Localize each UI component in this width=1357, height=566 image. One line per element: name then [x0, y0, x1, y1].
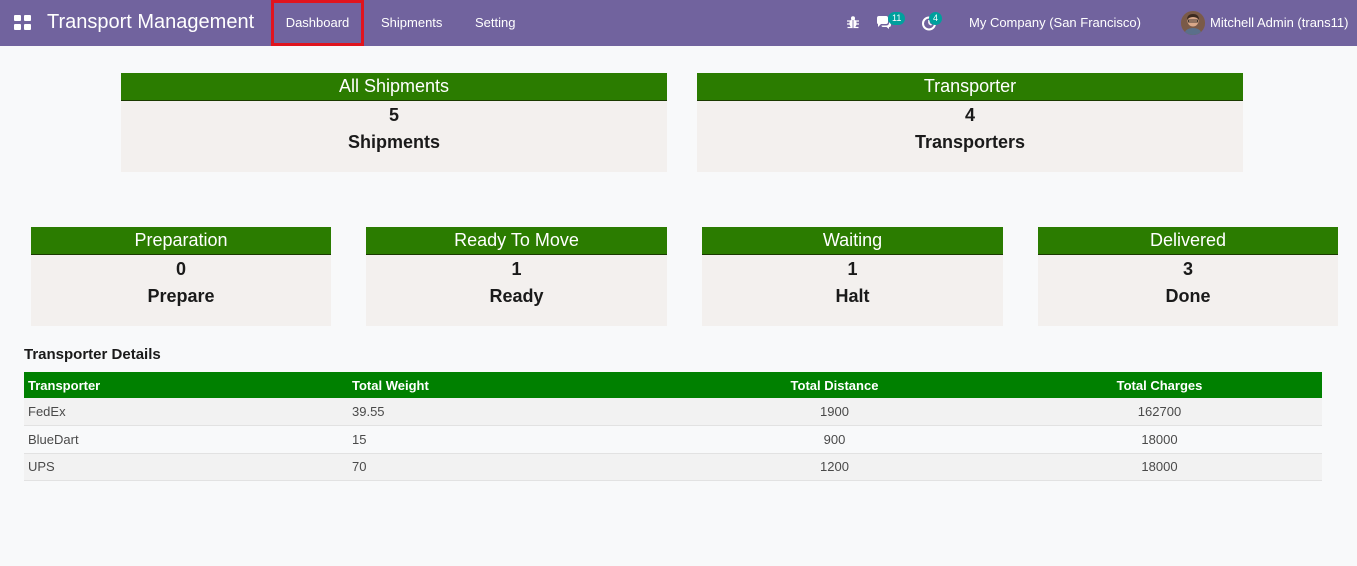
charges-cell: 18000	[997, 453, 1322, 481]
menu-shipments[interactable]: Shipments	[381, 0, 442, 46]
transporter-details-title: Transporter Details	[24, 346, 161, 363]
distance-cell: 1200	[672, 453, 997, 481]
column-header: Total Weight	[348, 372, 672, 398]
card-preparation[interactable]: Preparation 0 Prepare	[31, 227, 331, 326]
user-menu[interactable]: Mitchell Admin (trans11)	[1210, 15, 1348, 30]
card-label: Prepare	[147, 286, 215, 306]
card-label: Shipments	[347, 132, 440, 152]
card-transporter[interactable]: Transporter 4 Transporters	[697, 73, 1243, 172]
card-title: Preparation	[31, 227, 331, 255]
card-title: Waiting	[702, 227, 1003, 255]
card-delivered[interactable]: Delivered 3 Done	[1038, 227, 1338, 326]
transporter-cell: FedEx	[24, 398, 348, 426]
column-header: Total Distance	[672, 372, 997, 398]
table-row: FedEx 39.55 1900 162700	[24, 398, 1322, 426]
card-value: 0	[175, 259, 186, 279]
card-label: Ready	[489, 286, 544, 306]
charges-cell: 162700	[997, 398, 1322, 426]
card-value: 1	[511, 259, 522, 279]
weight-cell: 39.55	[348, 398, 672, 426]
card-title: Ready To Move	[366, 227, 667, 255]
user-avatar[interactable]	[1181, 11, 1205, 35]
distance-cell: 1900	[672, 398, 997, 426]
card-title: Delivered	[1038, 227, 1338, 255]
transporter-details-table: Transporter Total Weight Total Distance …	[24, 372, 1322, 481]
weight-cell: 70	[348, 453, 672, 481]
card-label: Halt	[835, 286, 870, 306]
app-title[interactable]: Transport Management	[47, 11, 254, 34]
card-all-shipments[interactable]: All Shipments 5 Shipments	[121, 73, 667, 172]
bug-icon[interactable]	[845, 14, 861, 30]
apps-menu-icon[interactable]	[14, 15, 32, 31]
column-header: Total Charges	[997, 372, 1322, 398]
card-waiting[interactable]: Waiting 1 Halt	[702, 227, 1003, 326]
card-ready-to-move[interactable]: Ready To Move 1 Ready	[366, 227, 667, 326]
messages-count-badge: 11	[888, 12, 906, 25]
card-value: 5	[388, 105, 399, 125]
distance-cell: 900	[672, 425, 997, 454]
company-switcher[interactable]: My Company (San Francisco)	[969, 15, 1141, 30]
charges-cell: 18000	[997, 425, 1322, 454]
card-title: All Shipments	[121, 73, 667, 101]
table-header-row: Transporter Total Weight Total Distance …	[24, 372, 1322, 398]
menu-dashboard[interactable]: Dashboard	[271, 0, 364, 46]
transporter-cell: BlueDart	[24, 425, 348, 454]
table-row: UPS 70 1200 18000	[24, 453, 1322, 481]
card-value: 4	[964, 105, 975, 125]
activities-count-badge: 4	[929, 12, 943, 25]
column-header: Transporter	[24, 372, 348, 398]
card-title: Transporter	[697, 73, 1243, 101]
card-label: Done	[1165, 286, 1211, 306]
table-row: BlueDart 15 900 18000	[24, 425, 1322, 454]
weight-cell: 15	[348, 425, 672, 454]
transporter-cell: UPS	[24, 453, 348, 481]
card-value: 1	[847, 259, 858, 279]
card-value: 3	[1182, 259, 1193, 279]
top-navbar: Transport Management Dashboard Shipments…	[0, 0, 1357, 46]
card-label: Transporters	[914, 132, 1026, 152]
menu-setting[interactable]: Setting	[475, 0, 515, 46]
